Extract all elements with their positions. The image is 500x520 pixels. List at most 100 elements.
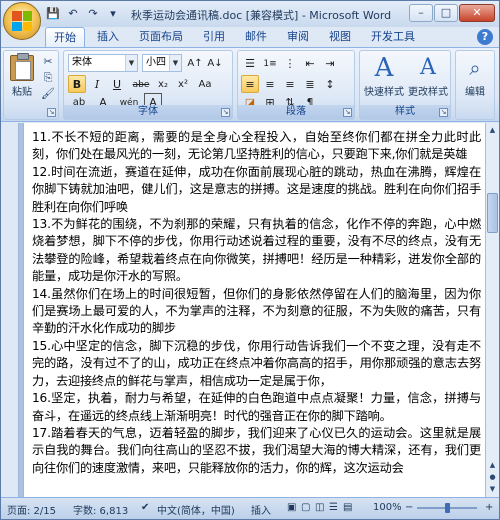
- browse-object-icon[interactable]: ●: [487, 471, 498, 483]
- word-count[interactable]: 字数: 6,813: [73, 502, 128, 517]
- document-page[interactable]: 11.不长不短的距离，需要的是全身心全程投入，自始至终你们都在拼全力此时此刻，你…: [23, 123, 487, 497]
- tab-insert[interactable]: 插入: [89, 27, 127, 47]
- quick-styles-label: 快速样式: [364, 87, 404, 98]
- next-page-icon[interactable]: ▼: [487, 483, 498, 495]
- clipboard-icon: [10, 53, 34, 81]
- decrease-indent-icon[interactable]: ⇤: [301, 54, 319, 72]
- page-indicator[interactable]: 页面: 2/15: [7, 502, 56, 517]
- underline-button[interactable]: U: [108, 75, 126, 93]
- font-launcher-icon[interactable]: ↘: [221, 108, 230, 117]
- paragraph[interactable]: 12.时间在流逝，赛道在延伸，成功在你面前展现心脏的跳动，热血在沸腾，辉煌在你脚…: [32, 164, 481, 216]
- close-button[interactable]: ✕: [459, 4, 495, 22]
- view-outline-icon[interactable]: ☰: [329, 502, 338, 513]
- paragraph-group-label: 段落: [238, 105, 354, 119]
- tab-developer[interactable]: 开发工具: [363, 27, 423, 47]
- ribbon: 粘贴 ✂ ⎘ 🖌 ↘ 宋体 ▼ 小四 ▼ A↑ A↓ B I U abe x₂ …: [1, 47, 499, 122]
- language-indicator[interactable]: 中文(简体，中国): [157, 502, 235, 517]
- editing-group: ⌕ 编辑: [455, 50, 495, 120]
- paragraph[interactable]: 17.踏着春天的气息，迈着轻盈的脚步，我们迎来了心仪已久的运动会。这里就是展示自…: [32, 425, 481, 477]
- align-right-icon[interactable]: ≡: [281, 75, 299, 93]
- quick-styles-icon: A: [374, 53, 394, 83]
- numbering-icon[interactable]: 1≡: [261, 54, 279, 72]
- format-painter-icon[interactable]: 🖌: [40, 87, 56, 101]
- scroll-up-icon[interactable]: ▲: [487, 124, 498, 136]
- help-icon[interactable]: ?: [477, 29, 493, 45]
- paragraph[interactable]: 14.虽然你们在场上的时间很短暂，但你们的身影依然停留在人们的脑海里，因为你们是…: [32, 286, 481, 338]
- maximize-button[interactable]: □: [434, 4, 458, 22]
- tab-page-layout[interactable]: 页面布局: [131, 27, 191, 47]
- shrink-font-button[interactable]: A↓: [206, 54, 224, 72]
- vertical-scrollbar[interactable]: ▲ ▲ ● ▼: [485, 123, 499, 497]
- line-spacing-icon[interactable]: ↕: [321, 75, 339, 93]
- vertical-ruler: [1, 123, 19, 497]
- view-web-layout-icon[interactable]: ◫: [315, 502, 324, 513]
- multilevel-list-icon[interactable]: ⋮: [281, 54, 299, 72]
- window-title: 秋季运动会通讯稿.doc [兼容模式] - Microsoft Word: [131, 9, 392, 22]
- cut-icon[interactable]: ✂: [40, 55, 56, 69]
- quick-styles-button[interactable]: A 快速样式: [364, 53, 404, 103]
- insert-mode[interactable]: 插入: [251, 502, 271, 517]
- zoom-out-icon[interactable]: −: [405, 502, 413, 513]
- grow-font-button[interactable]: A↑: [186, 54, 204, 72]
- font-name-value: 宋体: [72, 57, 92, 68]
- bold-button[interactable]: B: [68, 75, 86, 93]
- styles-group-label: 样式: [360, 105, 450, 119]
- tab-home[interactable]: 开始: [45, 27, 85, 47]
- view-print-layout-icon[interactable]: ▣: [287, 502, 296, 513]
- scrollbar-thumb[interactable]: [487, 193, 498, 233]
- minimize-button[interactable]: –: [409, 4, 433, 22]
- bullets-icon[interactable]: ☰: [241, 54, 259, 72]
- zoom-slider-thumb[interactable]: [445, 503, 450, 513]
- paste-label: 粘贴: [12, 87, 32, 98]
- view-draft-icon[interactable]: ▤: [343, 502, 352, 513]
- editing-button[interactable]: ⌕ 编辑: [456, 53, 494, 103]
- previous-page-icon[interactable]: ▲: [487, 459, 498, 471]
- window-controls: – □ ✕: [409, 4, 495, 22]
- strikethrough-button[interactable]: abe: [130, 75, 152, 93]
- view-full-screen-icon[interactable]: ▢: [301, 502, 310, 513]
- tab-view[interactable]: 视图: [321, 27, 359, 47]
- align-left-icon[interactable]: ≡: [241, 75, 259, 93]
- clear-format-button[interactable]: Aa: [196, 75, 214, 93]
- italic-button[interactable]: I: [88, 75, 106, 93]
- proofing-icon[interactable]: ✔: [141, 502, 149, 513]
- font-name-select[interactable]: 宋体 ▼: [68, 54, 138, 72]
- zoom-slider[interactable]: [417, 503, 477, 513]
- paragraph[interactable]: 13.不为鲜花的围绕，不为刹那的荣耀，只有执着的信念，化作不停的奔跑，心中燃烧着…: [32, 216, 481, 286]
- styles-launcher-icon[interactable]: ↘: [439, 108, 448, 117]
- font-group: 宋体 ▼ 小四 ▼ A↑ A↓ B I U abe x₂ x² Aa ab A …: [63, 50, 233, 120]
- clipboard-launcher-icon[interactable]: ↘: [47, 108, 56, 117]
- superscript-button[interactable]: x²: [174, 75, 192, 93]
- justify-icon[interactable]: ≣: [301, 75, 319, 93]
- font-group-label: 字体: [64, 105, 232, 119]
- tab-review[interactable]: 审阅: [279, 27, 317, 47]
- paragraph[interactable]: 11.不长不短的距离，需要的是全身心全程投入，自始至终你们都在拼全力此时此刻，你…: [32, 129, 481, 164]
- zoom-level[interactable]: 100%: [373, 502, 402, 513]
- tab-references[interactable]: 引用: [195, 27, 233, 47]
- font-size-select[interactable]: 小四 ▼: [142, 54, 182, 72]
- clipboard-group: 粘贴 ✂ ⎘ 🖌 ↘: [3, 50, 59, 120]
- undo-icon[interactable]: ↶: [65, 6, 81, 22]
- save-icon[interactable]: 💾: [45, 6, 61, 22]
- paragraph[interactable]: 15.心中坚定的信念，脚下沉稳的步伐，你用行动告诉我们一个不变之理，没有走不完的…: [32, 338, 481, 390]
- change-styles-icon: A: [420, 55, 436, 80]
- copy-icon[interactable]: ⎘: [40, 71, 56, 85]
- increase-indent-icon[interactable]: ⇥: [321, 54, 339, 72]
- customize-qat-icon[interactable]: ▾: [105, 6, 121, 22]
- paragraph-launcher-icon[interactable]: ↘: [343, 108, 352, 117]
- quick-access-toolbar: 💾 ↶ ↷ ▾: [45, 6, 121, 22]
- font-size-value: 小四: [146, 57, 166, 68]
- zoom-in-icon[interactable]: +: [485, 502, 493, 513]
- subscript-button[interactable]: x₂: [154, 75, 172, 93]
- ribbon-tabs: 开始 插入 页面布局 引用 邮件 审阅 视图 开发工具: [45, 27, 423, 47]
- word-window: 💾 ↶ ↷ ▾ 秋季运动会通讯稿.doc [兼容模式] - Microsoft …: [0, 0, 500, 520]
- paragraph[interactable]: 16.坚定，执着，耐力与希望，在延伸的白色跑道中点点凝聚！力量，信念，拼搏与奋斗…: [32, 390, 481, 425]
- editing-label: 编辑: [465, 87, 485, 98]
- office-button[interactable]: [3, 2, 41, 40]
- align-center-icon[interactable]: ≡: [261, 75, 279, 93]
- paste-button[interactable]: 粘贴: [8, 53, 36, 103]
- redo-icon[interactable]: ↷: [85, 6, 101, 22]
- chevron-down-icon: ▼: [169, 55, 181, 71]
- change-styles-button[interactable]: A 更改样式: [408, 53, 448, 103]
- tab-mailings[interactable]: 邮件: [237, 27, 275, 47]
